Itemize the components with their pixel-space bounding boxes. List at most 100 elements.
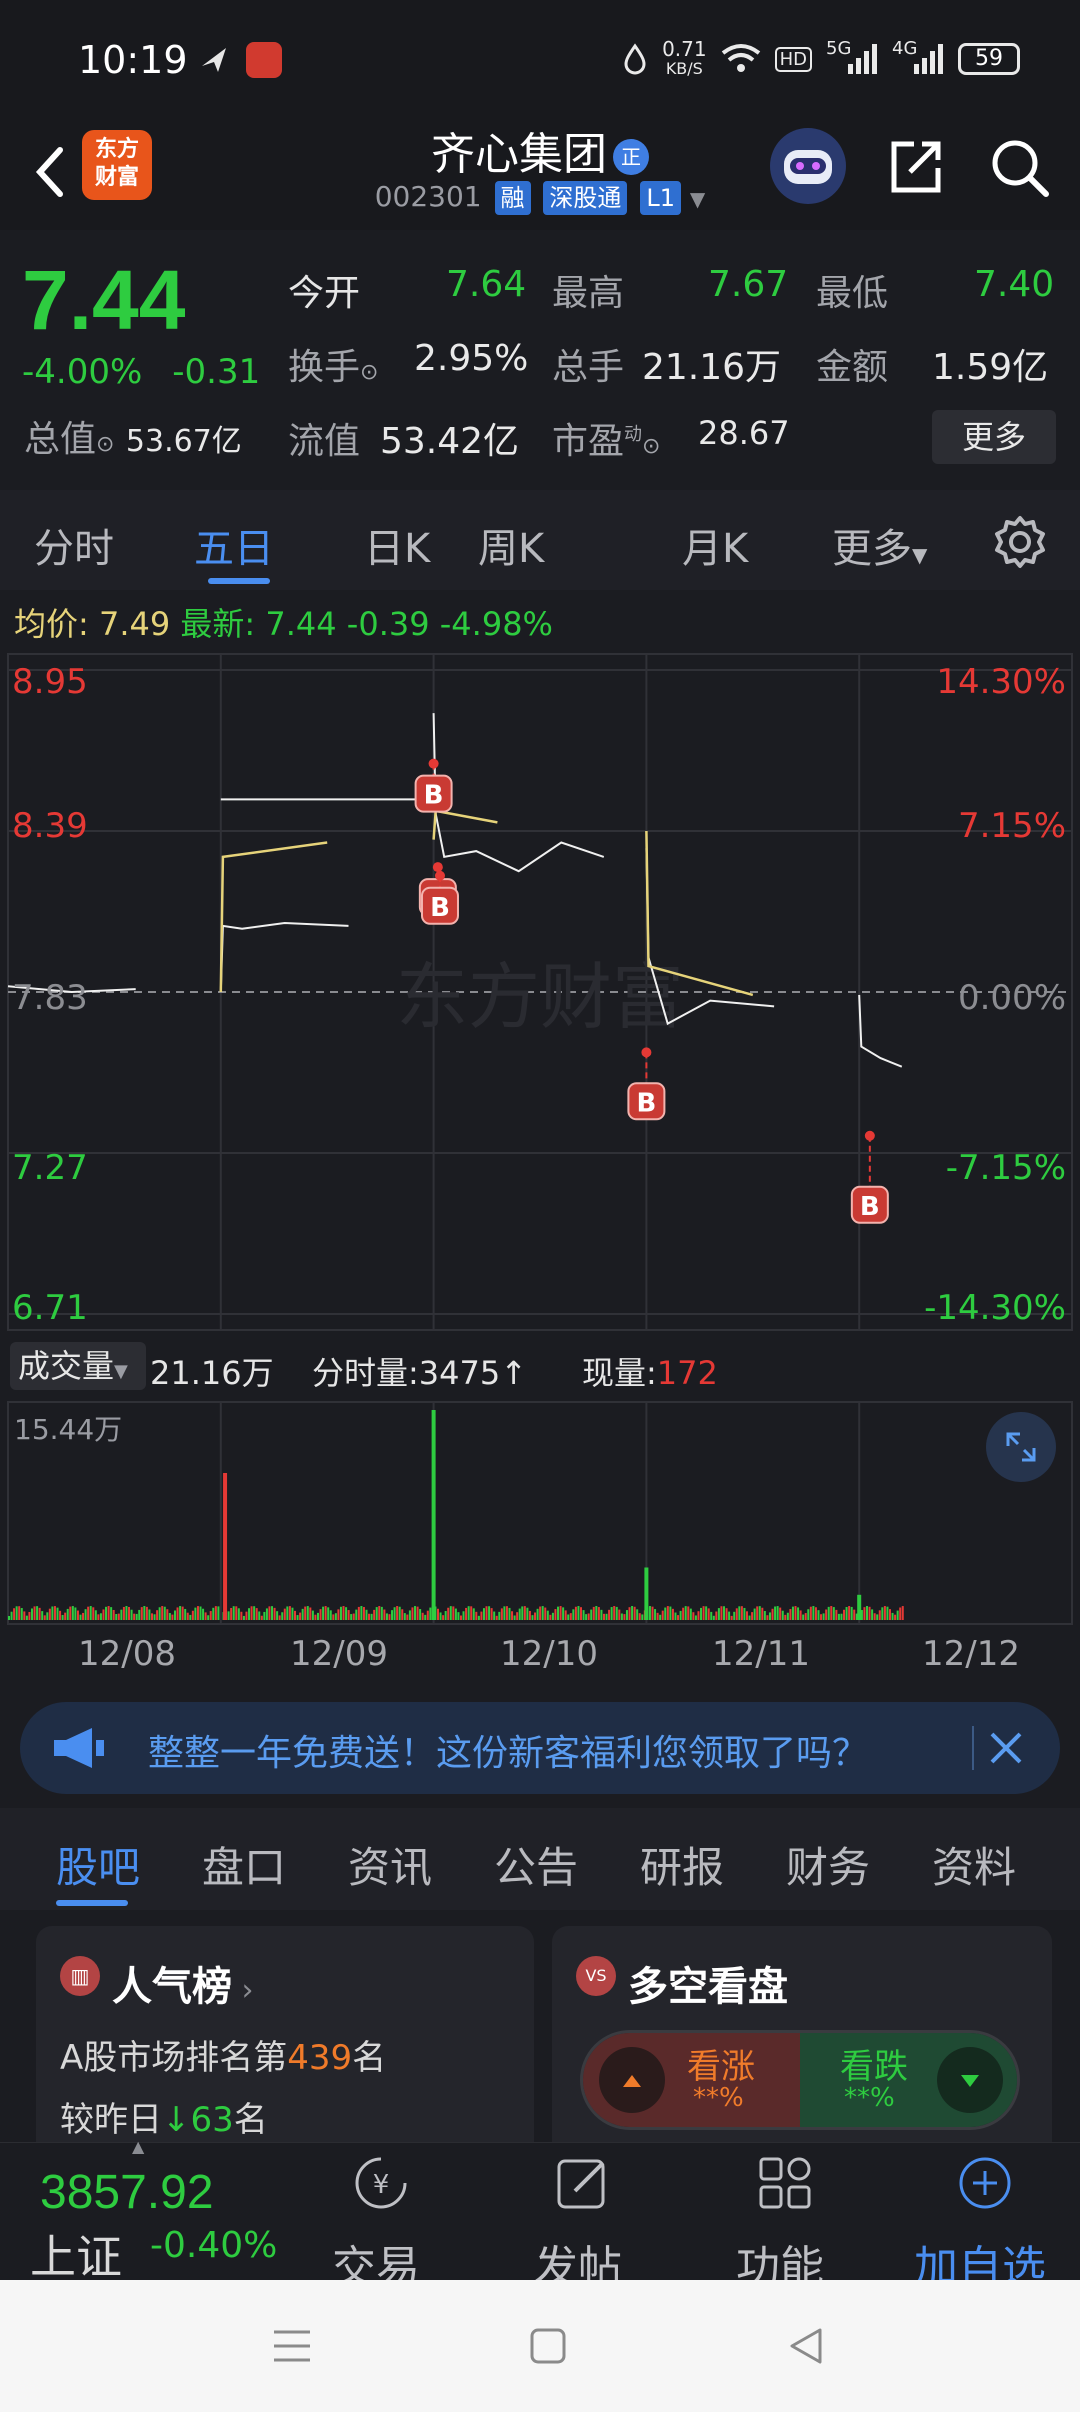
tab-order-book[interactable]: 盘口	[202, 1834, 286, 1895]
arrow-down-icon: ↓	[162, 2100, 191, 2140]
volume-bar	[301, 1608, 304, 1620]
zheng-badge: 正	[613, 139, 649, 175]
volume-bar	[173, 1610, 176, 1620]
close-icon[interactable]	[978, 1720, 1034, 1776]
volume-bar	[248, 1608, 251, 1620]
tab-profile[interactable]: 资料	[932, 1834, 1016, 1895]
volume-bar	[368, 1613, 371, 1620]
tab-more[interactable]: 更多▼	[832, 516, 927, 574]
five-day-price-chart[interactable]: 东方财富 BBBBB 8.95 8.39 7.83 7.27 6.71 14.3…	[0, 652, 1080, 1332]
amount-value: 1.59亿	[932, 347, 1049, 388]
volume-bar	[768, 1612, 771, 1620]
tab-financials[interactable]: 财务	[786, 1834, 870, 1895]
volume-bar	[766, 1615, 769, 1620]
bear-vote-button[interactable]: 看跌 **%	[800, 2033, 1017, 2127]
tab-five-day[interactable]: 五日	[194, 516, 274, 574]
stock-code: 002301	[374, 180, 482, 213]
net-speed-value: 0.71	[662, 37, 707, 61]
volume-bar	[357, 1606, 360, 1620]
volume-bar	[748, 1615, 751, 1620]
volume-bar	[240, 1611, 243, 1620]
tab-intraday[interactable]: 分时	[34, 516, 114, 574]
float-value: 53.42亿	[380, 421, 520, 462]
volume-bar	[901, 1606, 904, 1620]
info-circle-icon[interactable]: ⊙	[642, 434, 660, 459]
more-quote-button[interactable]: 更多	[932, 410, 1056, 464]
volume-bar	[273, 1607, 276, 1620]
volume-bar	[682, 1607, 685, 1620]
intraday-volume: 分时量:3475↑	[312, 1348, 527, 1394]
volume-bar	[799, 1610, 802, 1620]
buy-marker: B	[850, 1130, 889, 1224]
index-change: -0.40%	[150, 2225, 278, 2266]
volume-bar	[715, 1611, 718, 1620]
wifi-icon	[721, 44, 760, 72]
volume-bar	[199, 1606, 202, 1620]
tab-daily-k[interactable]: 日K	[364, 516, 430, 574]
volume-bar	[671, 1608, 674, 1620]
volume-bar	[393, 1607, 396, 1620]
volume-bar	[756, 1606, 759, 1620]
tab-announcements[interactable]: 公告	[494, 1834, 578, 1895]
rank-change: 较昨日↓63名	[60, 2092, 268, 2141]
volume-bar	[278, 1615, 281, 1620]
home-icon[interactable]	[526, 2324, 570, 2368]
back-icon[interactable]	[784, 2324, 828, 2368]
volume-spike	[857, 1594, 862, 1620]
volume-bar	[894, 1614, 897, 1620]
price-info-line: 均价: 7.49 最新: 7.44 -0.39 -4.98%	[0, 596, 1080, 652]
volume-bar	[784, 1614, 787, 1620]
expand-chart-button[interactable]	[986, 1412, 1056, 1482]
info-circle-icon[interactable]: ⊙	[360, 360, 378, 385]
volume-bar	[245, 1611, 248, 1620]
volume-bar	[809, 1606, 812, 1620]
volume-bar	[850, 1606, 853, 1620]
buy-marker-letter: B	[860, 1192, 880, 1222]
volume-bar	[679, 1610, 682, 1620]
volume-bar	[406, 1614, 409, 1620]
volume-bar	[503, 1606, 506, 1620]
volume-spike	[223, 1473, 228, 1620]
axis-left-mid: 7.83	[12, 978, 88, 1018]
volume-bar	[779, 1607, 782, 1620]
volume-spike	[644, 1567, 649, 1620]
volume-indicator-select[interactable]: 成交量▼	[10, 1342, 146, 1390]
volume-bar	[419, 1609, 422, 1620]
search-icon[interactable]	[988, 136, 1052, 200]
volume-bar	[615, 1606, 618, 1620]
tab-research[interactable]: 研报	[640, 1834, 724, 1895]
volume-bar	[700, 1607, 703, 1620]
volume-bar	[467, 1606, 470, 1620]
volume-bar	[454, 1608, 457, 1620]
chevron-down-icon[interactable]: ▼	[690, 187, 705, 211]
popularity-card[interactable]: ▥ 人气榜 › A股市场排名第439名 较昨日↓63名	[36, 1926, 534, 2166]
tab-monthly-k[interactable]: 月K	[682, 516, 748, 574]
volume-bar	[557, 1606, 560, 1620]
volume-bar	[896, 1610, 899, 1620]
share-icon[interactable]	[886, 136, 946, 196]
chart-period-tabs: 分时 五日 日K 周K 月K 更多▼	[0, 490, 1080, 590]
volume-bar	[602, 1613, 605, 1620]
volume-bar	[825, 1609, 828, 1620]
volume-bar	[539, 1606, 542, 1620]
volume-bar	[209, 1611, 212, 1620]
menu-icon[interactable]	[270, 2324, 314, 2368]
volume-chart[interactable]: 15.44万	[0, 1398, 1080, 1628]
volume-bar	[184, 1608, 187, 1620]
volume-bar	[684, 1606, 687, 1620]
tab-forum[interactable]: 股吧	[56, 1834, 140, 1895]
info-circle-icon[interactable]: ⊙	[96, 432, 114, 457]
bar-chart-icon: ▥	[60, 1956, 100, 1996]
tab-weekly-k[interactable]: 周K	[478, 516, 544, 574]
gear-icon[interactable]	[992, 514, 1048, 570]
volume-bar	[385, 1613, 388, 1620]
bull-vote-button[interactable]: 看涨 **%	[583, 2033, 800, 2127]
high-label: 最高	[552, 273, 625, 314]
ai-assistant-robot-icon[interactable]	[770, 128, 846, 204]
volume-bar	[122, 1606, 125, 1620]
volume-bar	[403, 1613, 406, 1620]
signal-4g-icon: 4G	[892, 38, 944, 76]
promo-banner[interactable]: 整整一年免费送！这份新客福利您领取了吗？	[20, 1702, 1060, 1794]
grid-icon	[759, 2157, 811, 2209]
tab-news[interactable]: 资讯	[348, 1834, 432, 1895]
